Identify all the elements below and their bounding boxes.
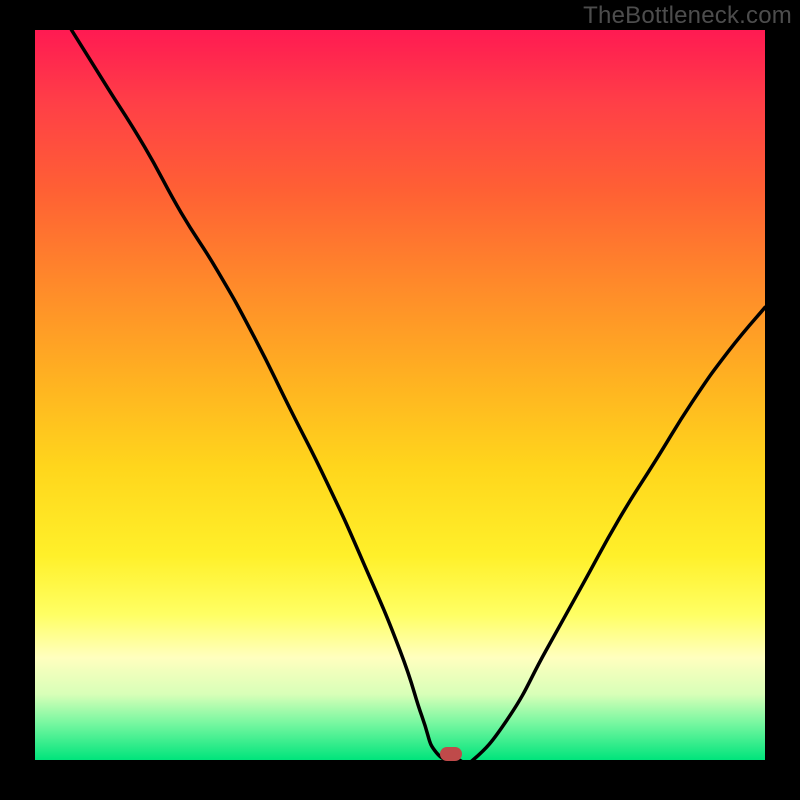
bottleneck-curve: [72, 30, 766, 760]
plot-area: [35, 30, 765, 760]
curve-layer: [35, 30, 765, 760]
chart-frame: TheBottleneck.com: [0, 0, 800, 800]
watermark-text: TheBottleneck.com: [583, 2, 792, 30]
optimal-marker: [440, 747, 462, 761]
